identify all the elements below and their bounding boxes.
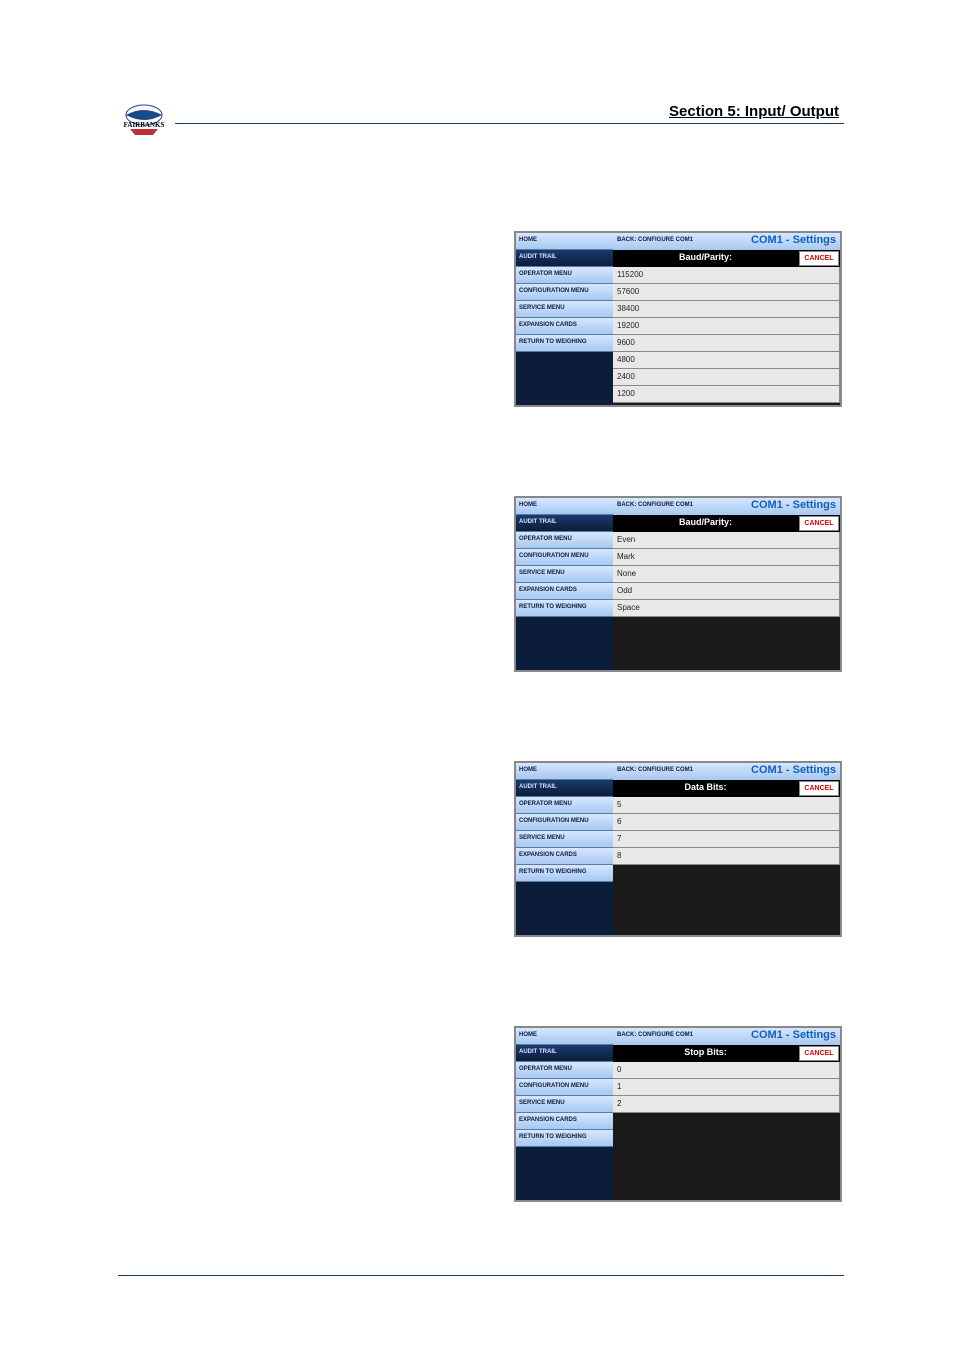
sidebar-item-service-menu[interactable]: SERVICE MENU: [516, 831, 613, 848]
topbar: BACK: CONFIGURE COM1 COM1 - Settings: [613, 498, 840, 515]
topbar: BACK: CONFIGURE COM1 COM1 - Settings: [613, 763, 840, 780]
sidebar-item-audit-trail[interactable]: AUDIT TRAIL: [516, 250, 613, 267]
option-item[interactable]: 2400: [613, 369, 840, 386]
cancel-button[interactable]: CANCEL: [799, 781, 839, 796]
sidebar-item-return-weighing[interactable]: RETURN TO WEIGHING: [516, 335, 613, 352]
panel-main: BACK: CONFIGURE COM1 COM1 - Settings Dat…: [613, 763, 840, 935]
option-item[interactable]: Space: [613, 600, 840, 617]
sidebar-item-operator-menu[interactable]: OPERATOR MENU: [516, 267, 613, 284]
panel-stopbits: HOME AUDIT TRAIL OPERATOR MENU CONFIGURA…: [514, 1026, 842, 1202]
option-item[interactable]: 1: [613, 1079, 840, 1096]
sidebar-item-operator-menu[interactable]: OPERATOR MENU: [516, 532, 613, 549]
panel-title: COM1 - Settings: [733, 763, 840, 780]
option-item[interactable]: 4800: [613, 352, 840, 369]
option-item[interactable]: 19200: [613, 318, 840, 335]
option-item[interactable]: Mark: [613, 549, 840, 566]
option-item[interactable]: None: [613, 566, 840, 583]
topbar: BACK: CONFIGURE COM1 COM1 - Settings: [613, 1028, 840, 1045]
sidebar-item-configuration-menu[interactable]: CONFIGURATION MENU: [516, 814, 613, 831]
sidebar-item-service-menu[interactable]: SERVICE MENU: [516, 566, 613, 583]
sidebar-item-return-weighing[interactable]: RETURN TO WEIGHING: [516, 1130, 613, 1147]
panel-title: COM1 - Settings: [733, 498, 840, 515]
sidebar-item-expansion-cards[interactable]: EXPANSION CARDS: [516, 1113, 613, 1130]
footer-divider: [118, 1275, 844, 1276]
subbar: Stop Bits: CANCEL: [613, 1045, 840, 1062]
sidebar-item-return-weighing[interactable]: RETURN TO WEIGHING: [516, 865, 613, 882]
subbar: Baud/Parity: CANCEL: [613, 515, 840, 532]
cancel-button[interactable]: CANCEL: [799, 516, 839, 531]
svg-text:FAIRBANKS: FAIRBANKS: [124, 121, 165, 129]
sidebar-item-return-weighing[interactable]: RETURN TO WEIGHING: [516, 600, 613, 617]
option-item[interactable]: 57600: [613, 284, 840, 301]
subbar: Data Bits: CANCEL: [613, 780, 840, 797]
sidebar-item-configuration-menu[interactable]: CONFIGURATION MENU: [516, 549, 613, 566]
option-item[interactable]: 115200: [613, 267, 840, 284]
panel-title: COM1 - Settings: [733, 233, 840, 250]
option-item[interactable]: Odd: [613, 583, 840, 600]
sublabel: Data Bits:: [613, 780, 798, 797]
back-button[interactable]: BACK: CONFIGURE COM1: [613, 763, 733, 780]
sidebar-item-operator-menu[interactable]: OPERATOR MENU: [516, 1062, 613, 1079]
option-item[interactable]: 2: [613, 1096, 840, 1113]
sidebar-item-audit-trail[interactable]: AUDIT TRAIL: [516, 1045, 613, 1062]
sidebar-item-expansion-cards[interactable]: EXPANSION CARDS: [516, 318, 613, 335]
option-item[interactable]: 0: [613, 1062, 840, 1079]
sidebar-item-configuration-menu[interactable]: CONFIGURATION MENU: [516, 284, 613, 301]
back-button[interactable]: BACK: CONFIGURE COM1: [613, 1028, 733, 1045]
option-item[interactable]: 5: [613, 797, 840, 814]
header-divider: [175, 123, 844, 124]
option-item[interactable]: 6: [613, 814, 840, 831]
panel-databits: HOME AUDIT TRAIL OPERATOR MENU CONFIGURA…: [514, 761, 842, 937]
panel-main: BACK: CONFIGURE COM1 COM1 - Settings Sto…: [613, 1028, 840, 1200]
sidebar-item-operator-menu[interactable]: OPERATOR MENU: [516, 797, 613, 814]
topbar: BACK: CONFIGURE COM1 COM1 - Settings: [613, 233, 840, 250]
cancel-button[interactable]: CANCEL: [799, 251, 839, 266]
option-item[interactable]: Even: [613, 532, 840, 549]
panel-title: COM1 - Settings: [733, 1028, 840, 1045]
options-list: 5 6 7 8: [613, 797, 840, 935]
sidebar-item-home[interactable]: HOME: [516, 763, 613, 780]
option-item[interactable]: 9600: [613, 335, 840, 352]
sidebar-item-service-menu[interactable]: SERVICE MENU: [516, 301, 613, 318]
sublabel: Baud/Parity:: [613, 515, 798, 532]
sidebar-item-home[interactable]: HOME: [516, 233, 613, 250]
back-button[interactable]: BACK: CONFIGURE COM1: [613, 233, 733, 250]
panel-baud: HOME AUDIT TRAIL OPERATOR MENU CONFIGURA…: [514, 231, 842, 407]
cancel-button[interactable]: CANCEL: [799, 1046, 839, 1061]
option-item[interactable]: 8: [613, 848, 840, 865]
sublabel: Stop Bits:: [613, 1045, 798, 1062]
subbar: Baud/Parity: CANCEL: [613, 250, 840, 267]
sidebar-item-expansion-cards[interactable]: EXPANSION CARDS: [516, 848, 613, 865]
sidebar: HOME AUDIT TRAIL OPERATOR MENU CONFIGURA…: [516, 233, 613, 405]
options-list: 0 1 2: [613, 1062, 840, 1200]
options-list: 115200 57600 38400 19200 9600 4800 2400 …: [613, 267, 840, 405]
sidebar: HOME AUDIT TRAIL OPERATOR MENU CONFIGURA…: [516, 498, 613, 670]
sidebar-item-configuration-menu[interactable]: CONFIGURATION MENU: [516, 1079, 613, 1096]
sidebar: HOME AUDIT TRAIL OPERATOR MENU CONFIGURA…: [516, 763, 613, 935]
sidebar-item-service-menu[interactable]: SERVICE MENU: [516, 1096, 613, 1113]
option-item[interactable]: 7: [613, 831, 840, 848]
sidebar-item-audit-trail[interactable]: AUDIT TRAIL: [516, 515, 613, 532]
sublabel: Baud/Parity:: [613, 250, 798, 267]
sidebar-item-home[interactable]: HOME: [516, 1028, 613, 1045]
option-item[interactable]: 38400: [613, 301, 840, 318]
back-button[interactable]: BACK: CONFIGURE COM1: [613, 498, 733, 515]
sidebar-item-home[interactable]: HOME: [516, 498, 613, 515]
fairbanks-logo: FAIRBANKS: [118, 103, 170, 141]
options-list: Even Mark None Odd Space: [613, 532, 840, 670]
section-title: Section 5: Input/ Output: [669, 103, 839, 120]
panel-main: BACK: CONFIGURE COM1 COM1 - Settings Bau…: [613, 233, 840, 405]
sidebar: HOME AUDIT TRAIL OPERATOR MENU CONFIGURA…: [516, 1028, 613, 1200]
panel-parity: HOME AUDIT TRAIL OPERATOR MENU CONFIGURA…: [514, 496, 842, 672]
option-item[interactable]: 1200: [613, 386, 840, 403]
sidebar-item-expansion-cards[interactable]: EXPANSION CARDS: [516, 583, 613, 600]
panel-main: BACK: CONFIGURE COM1 COM1 - Settings Bau…: [613, 498, 840, 670]
sidebar-item-audit-trail[interactable]: AUDIT TRAIL: [516, 780, 613, 797]
